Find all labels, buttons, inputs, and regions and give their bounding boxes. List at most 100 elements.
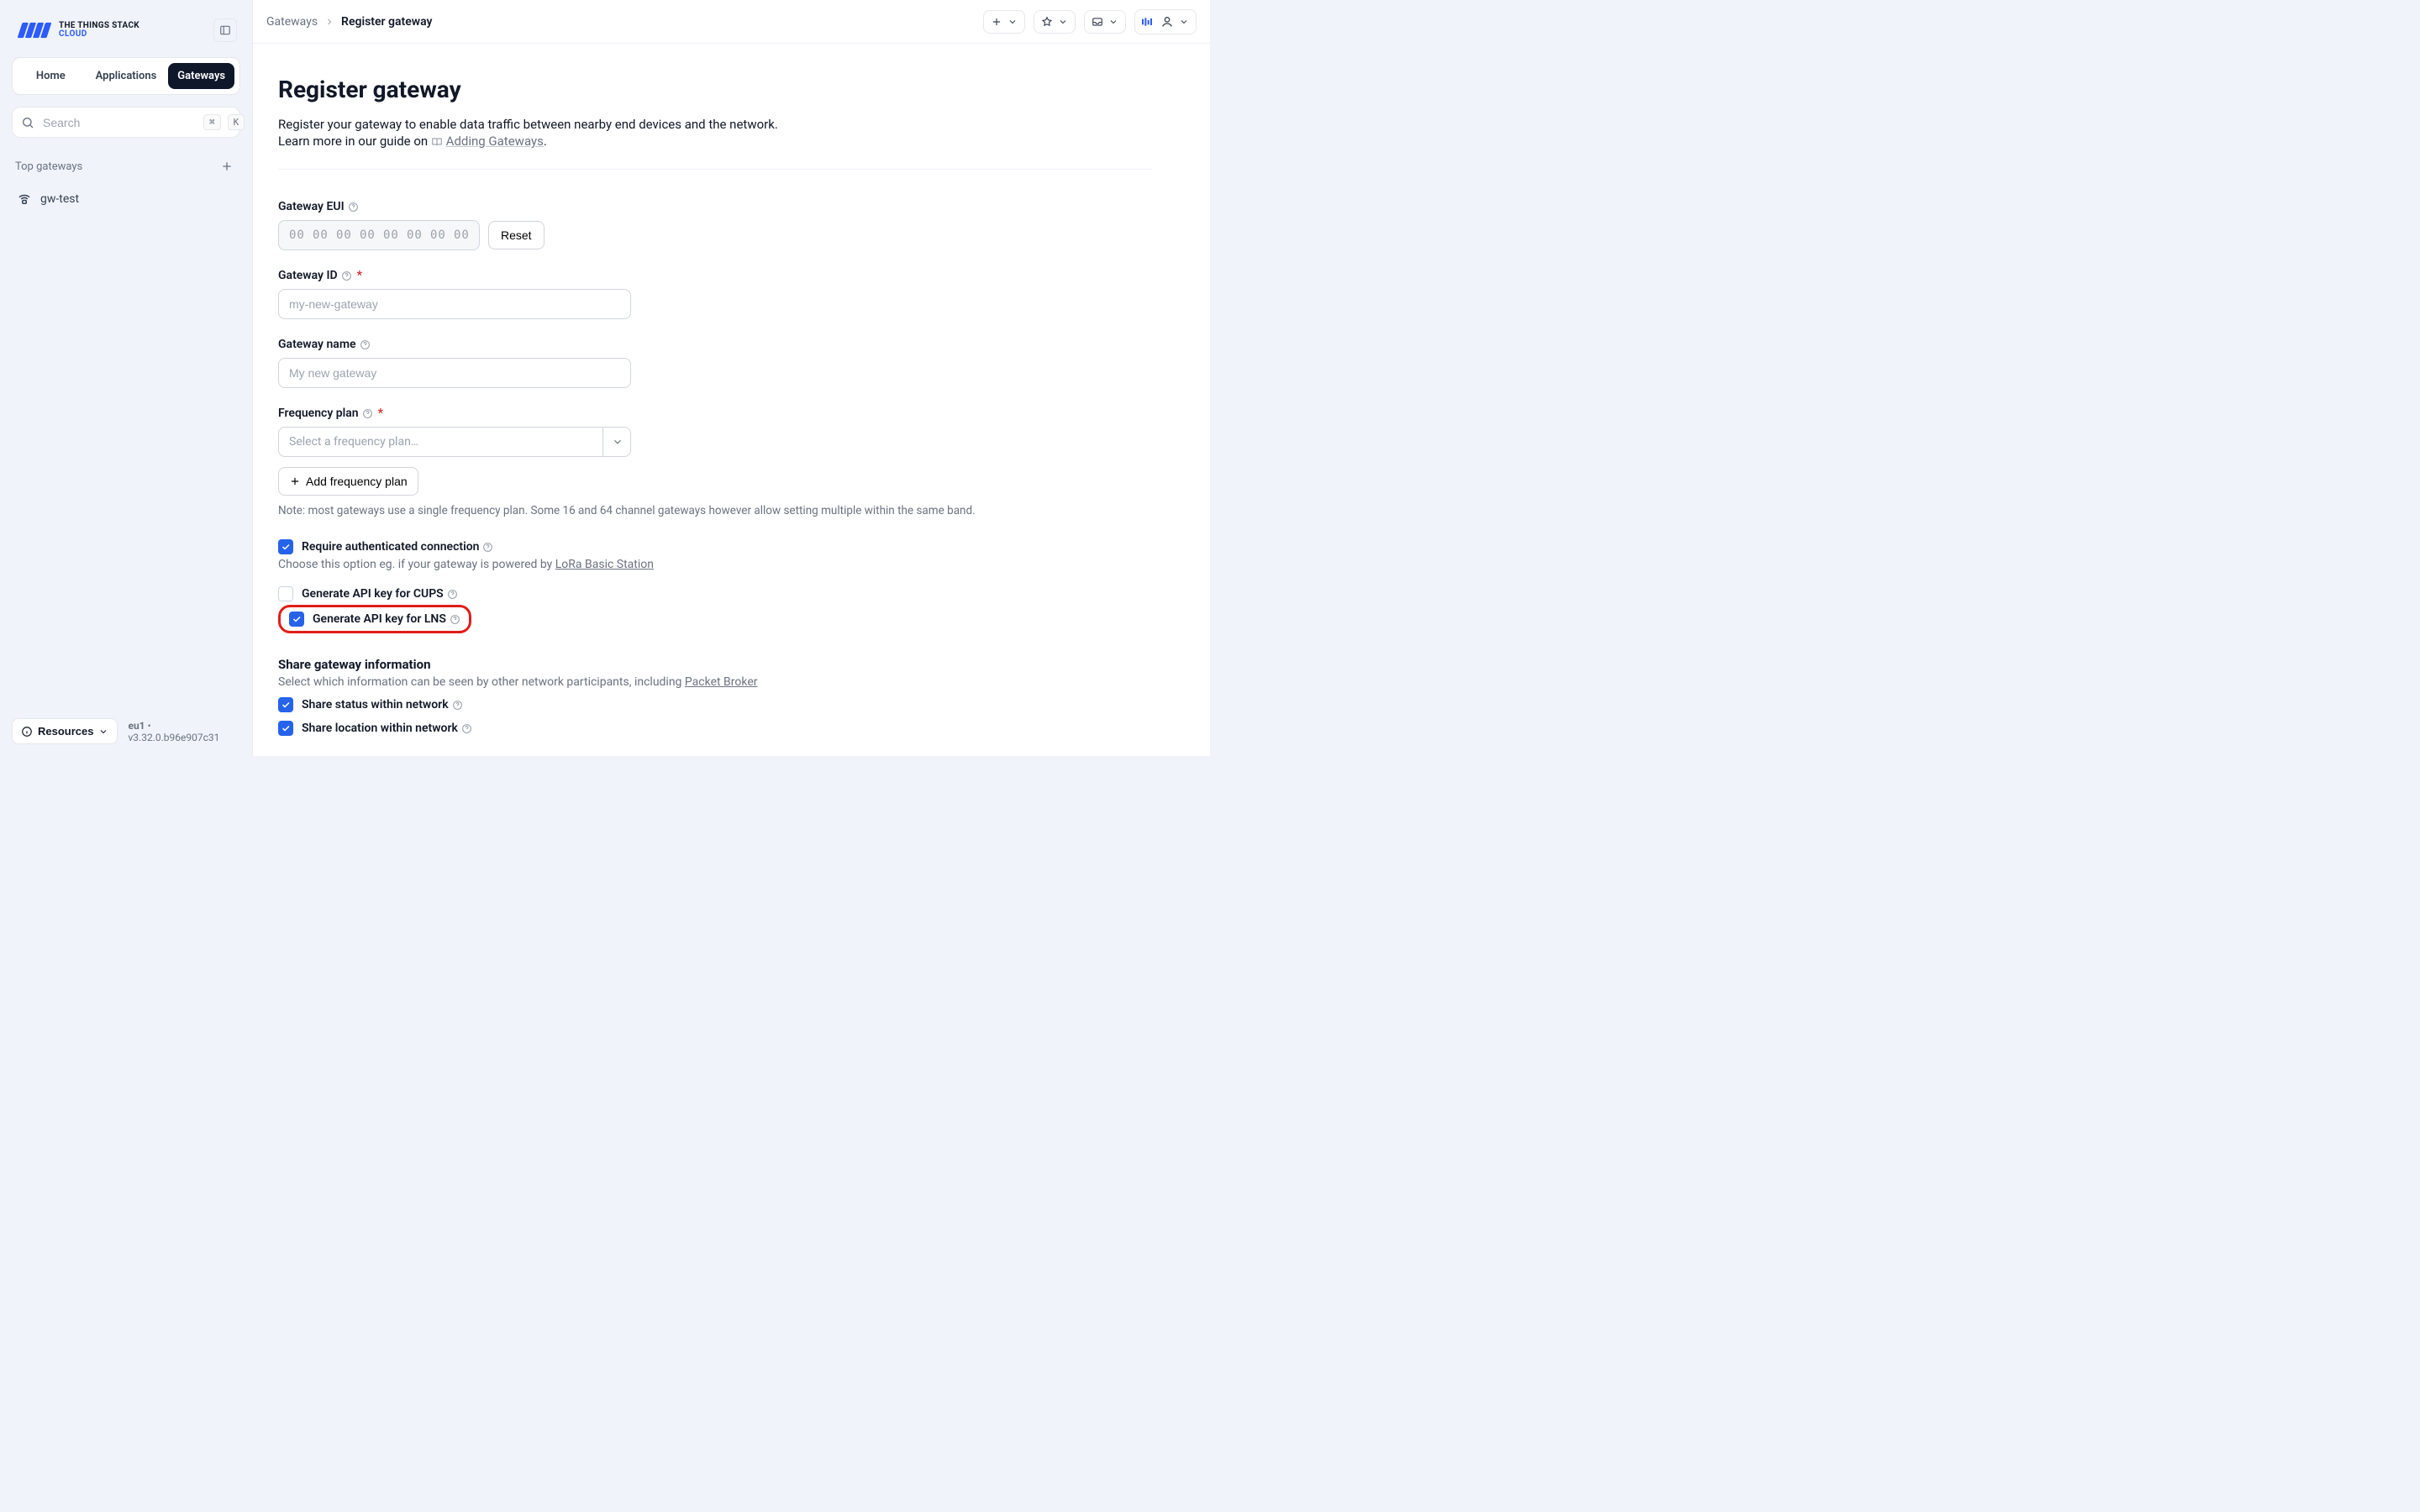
intro-line1: Register your gateway to enable data tra… <box>278 117 1152 132</box>
add-gateway-button[interactable] <box>217 156 237 176</box>
required-marker: * <box>357 269 362 282</box>
require-auth-label: Require authenticated connection <box>302 540 479 554</box>
intro-line2: Learn more in our guide on Adding Gatewa… <box>278 134 1152 149</box>
share-location-label: Share location within network <box>302 722 458 735</box>
account-menu-button[interactable] <box>1134 9 1197 34</box>
breadcrumb-parent[interactable]: Gateways <box>266 15 318 29</box>
label-gateway-name: Gateway name <box>278 338 356 351</box>
help-icon[interactable] <box>450 614 460 625</box>
plus-icon <box>991 16 1002 28</box>
gateway-eui-input[interactable]: 00 00 00 00 00 00 00 00 <box>278 220 480 250</box>
gateway-list-item[interactable]: gw-test <box>12 185 240 213</box>
share-location-checkbox[interactable] <box>278 721 293 736</box>
org-logo-icon <box>1142 16 1155 28</box>
gateway-name-input[interactable] <box>278 358 631 388</box>
lora-basic-station-link[interactable]: LoRa Basic Station <box>555 558 654 571</box>
brand[interactable]: THE THINGS STACK CLOUD <box>15 20 139 40</box>
plus-icon <box>289 475 301 487</box>
gateway-icon <box>17 192 32 207</box>
chevron-down-icon <box>1058 17 1068 27</box>
resources-label: Resources <box>38 725 93 738</box>
packet-broker-link[interactable]: Packet Broker <box>685 675 758 689</box>
sidebar: THE THINGS STACK CLOUD Home Applications… <box>0 0 252 756</box>
eui-octet: 00 <box>383 228 398 242</box>
share-status-label: Share status within network <box>302 698 449 711</box>
top-gateways-header: Top gateways <box>12 156 240 176</box>
nav-tab-applications[interactable]: Applications <box>89 63 164 89</box>
nav-tab-home[interactable]: Home <box>18 63 84 89</box>
lns-key-checkbox[interactable] <box>289 612 304 627</box>
help-icon[interactable] <box>348 202 359 213</box>
plus-icon <box>220 160 234 173</box>
require-auth-hint: Choose this option eg. if your gateway i… <box>278 558 1152 571</box>
require-auth-checkbox[interactable] <box>278 539 293 554</box>
favorites-menu-button[interactable] <box>1034 10 1076 34</box>
search-box[interactable]: ⌘ K <box>12 107 240 138</box>
share-section-title: Share gateway information <box>278 657 1152 672</box>
help-icon[interactable] <box>360 339 371 350</box>
field-lns-key-highlight: Generate API key for LNS <box>278 605 471 633</box>
field-share-status: Share status within network <box>278 697 1152 712</box>
label-gateway-eui: Gateway EUI <box>278 200 345 213</box>
cluster-name: eu1 <box>128 720 145 732</box>
breadcrumb: Gateways Register gateway <box>266 15 432 29</box>
help-icon[interactable] <box>452 700 463 711</box>
star-icon <box>1041 16 1053 28</box>
hint-prefix: Choose this option eg. if your gateway i… <box>278 558 555 571</box>
frequency-plan-select[interactable]: Select a frequency plan… <box>278 427 631 457</box>
version-text: v3.32.0.b96e907c31 <box>128 732 219 743</box>
chevron-down-icon <box>1179 17 1189 27</box>
field-share-location: Share location within network <box>278 721 1152 736</box>
eui-octet: 00 <box>360 228 375 242</box>
label-gateway-id: Gateway ID <box>278 269 338 282</box>
field-gateway-id: Gateway ID * <box>278 269 631 319</box>
resources-button[interactable]: Resources <box>12 718 118 744</box>
info-icon <box>21 726 33 738</box>
adding-gateways-link[interactable]: Adding Gateways <box>446 134 544 149</box>
chevron-down-icon <box>1108 17 1118 27</box>
frequency-note: Note: most gateways use a single frequen… <box>278 504 1152 517</box>
topbar: Gateways Register gateway <box>253 0 1210 44</box>
brand-line2: CLOUD <box>59 30 139 39</box>
cups-key-label: Generate API key for CUPS <box>302 587 444 601</box>
gateways-list: gw-test <box>12 185 240 213</box>
cups-key-checkbox[interactable] <box>278 586 293 601</box>
help-icon[interactable] <box>447 589 458 600</box>
eui-octet: 00 <box>407 228 422 242</box>
collapse-sidebar-button[interactable] <box>213 18 237 42</box>
hint-prefix: Select which information can be seen by … <box>278 675 685 689</box>
brand-row: THE THINGS STACK CLOUD <box>12 8 240 57</box>
chevron-down-icon <box>1007 17 1018 27</box>
field-cups-key: Generate API key for CUPS <box>278 586 1152 601</box>
main: Gateways Register gateway <box>252 0 1210 756</box>
help-icon[interactable] <box>461 723 472 734</box>
brand-logo-icon <box>15 20 52 40</box>
eui-octet: 00 <box>313 228 328 242</box>
brand-text: THE THINGS STACK CLOUD <box>59 22 139 39</box>
topbar-actions <box>983 9 1197 34</box>
eui-octet: 00 <box>289 228 304 242</box>
add-frequency-plan-button[interactable]: Add frequency plan <box>278 467 418 496</box>
nav-tabs: Home Applications Gateways <box>12 57 240 95</box>
share-status-checkbox[interactable] <box>278 697 293 712</box>
nav-tab-gateways[interactable]: Gateways <box>168 63 234 89</box>
sidebar-footer: Resources eu1 • v3.32.0.b96e907c31 <box>12 718 240 744</box>
share-section-hint: Select which information can be seen by … <box>278 675 1152 689</box>
search-input[interactable] <box>41 115 197 130</box>
inbox-icon <box>1092 16 1103 28</box>
field-frequency-plan: Frequency plan * Select a frequency plan… <box>278 407 1152 517</box>
gateway-id-input[interactable] <box>278 289 631 319</box>
inbox-menu-button[interactable] <box>1084 10 1126 34</box>
help-icon[interactable] <box>482 542 493 553</box>
footer-env: eu1 • v3.32.0.b96e907c31 <box>128 720 240 743</box>
reset-eui-button[interactable]: Reset <box>488 221 544 249</box>
divider <box>278 169 1152 170</box>
intro-prefix: Learn more in our guide on <box>278 134 431 149</box>
content: Register gateway Register your gateway t… <box>253 44 1177 756</box>
search-icon <box>21 116 34 129</box>
help-icon[interactable] <box>341 270 352 281</box>
intro-suffix: . <box>544 134 547 149</box>
help-icon[interactable] <box>362 408 373 419</box>
chevron-right-icon <box>324 17 334 27</box>
create-menu-button[interactable] <box>983 10 1025 34</box>
